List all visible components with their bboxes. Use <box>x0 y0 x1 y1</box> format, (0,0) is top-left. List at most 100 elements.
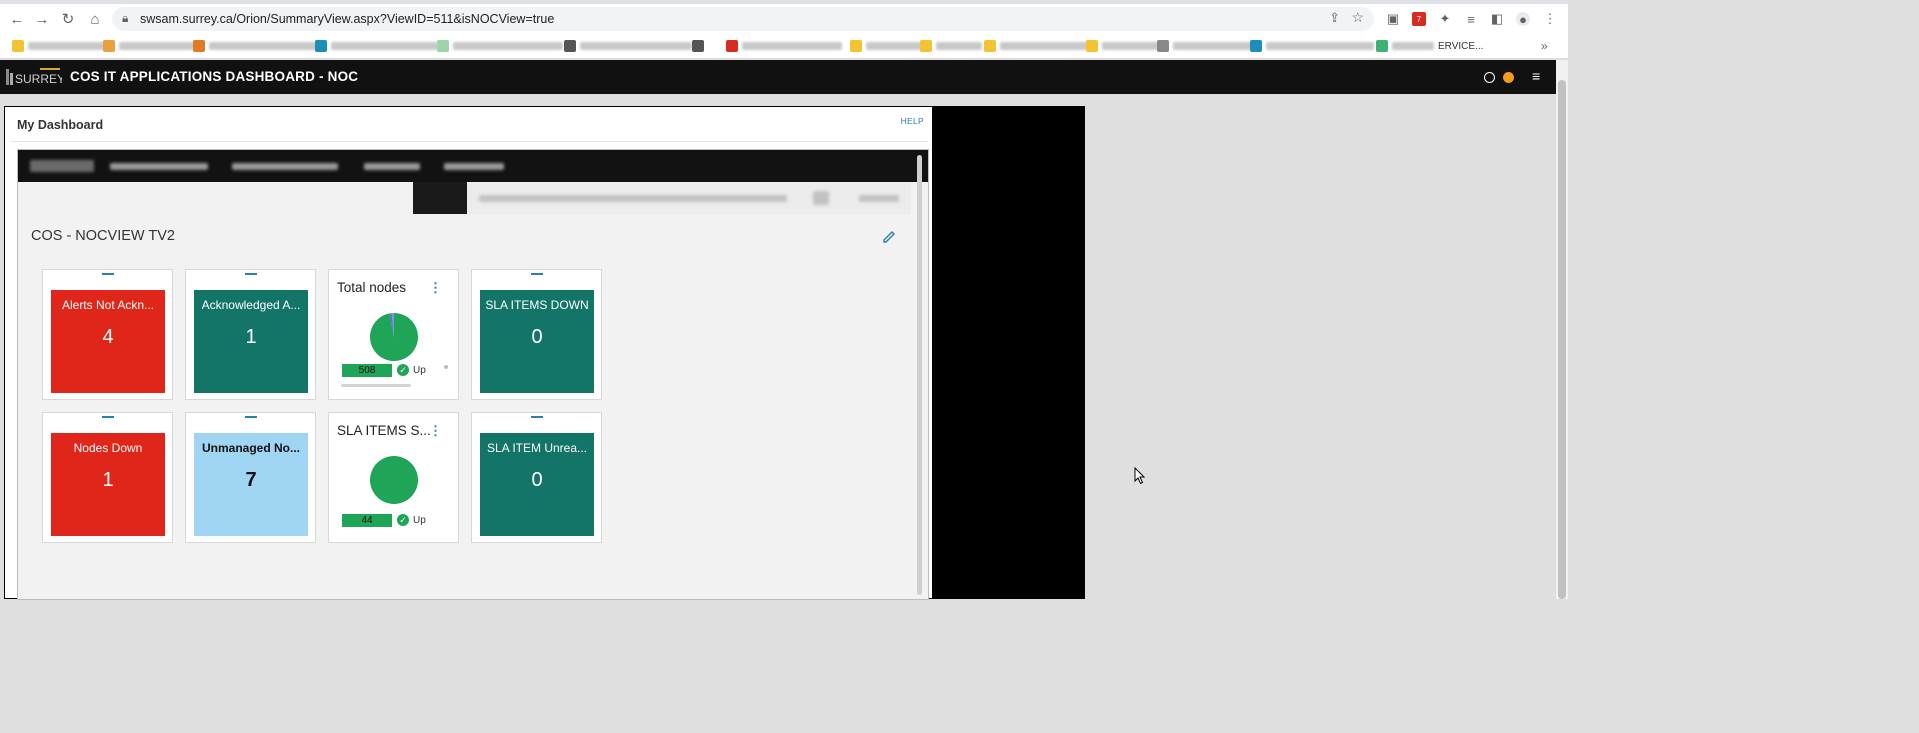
notification-dot-icon[interactable] <box>1503 72 1514 83</box>
kebab-menu-icon[interactable]: ⋮ <box>429 423 442 439</box>
tile-value: 0 <box>531 326 543 348</box>
tile-drag-handle[interactable] <box>531 416 543 418</box>
extension-badge-icon[interactable]: 7 <box>1412 12 1426 26</box>
side-panel-icon[interactable]: ◧ <box>1490 11 1504 26</box>
tile-sla-items-down[interactable]: SLA ITEMS DOWN 0 <box>471 269 602 400</box>
app-title: COS IT APPLICATIONS DASHBOARD - NOC <box>70 69 359 84</box>
bookmark-item[interactable] <box>315 39 439 53</box>
edit-pencil-icon[interactable] <box>881 228 897 244</box>
tile-value: 1 <box>102 469 114 491</box>
pie-slice-up <box>370 456 418 504</box>
home-icon[interactable]: ⌂ <box>86 10 104 28</box>
bookmark-item[interactable] <box>103 39 195 53</box>
tile-body: Unmanaged No... 7 <box>194 433 308 536</box>
hamburger-menu-icon[interactable]: ≡ <box>1532 68 1540 84</box>
tile-drag-handle[interactable] <box>531 273 543 275</box>
embedded-logo <box>30 160 94 172</box>
tile-label: SLA ITEMS S... <box>337 423 431 438</box>
surrey-logo: SURREY <box>6 68 62 86</box>
bookmark-star-icon[interactable]: ☆ <box>1351 9 1364 26</box>
profile-icon[interactable]: ● <box>1516 12 1530 27</box>
dashboard-title: COS - NOCVIEW TV2 <box>31 228 175 244</box>
bookmark-item[interactable] <box>1250 39 1374 53</box>
bookmark-item[interactable] <box>1157 39 1253 53</box>
tile-value: 1 <box>245 326 257 348</box>
status-label: Up <box>413 365 426 376</box>
check-circle-icon: ✓ <box>397 364 409 376</box>
bookmark-folder[interactable] <box>1086 39 1160 53</box>
status-ring-icon[interactable] <box>1484 72 1495 83</box>
extension-icon[interactable]: ▣ <box>1386 11 1400 26</box>
tile-value: 4 <box>102 326 114 348</box>
bookmark-item[interactable] <box>564 39 692 53</box>
bookmark-tail-text: ERVICE... <box>1438 40 1484 52</box>
tile-label: Acknowledged A... <box>201 298 301 312</box>
status-count-bar: 44 <box>342 514 392 527</box>
tile-value: 0 <box>531 469 543 491</box>
svg-text:SURREY: SURREY <box>15 72 62 86</box>
embedded-action-icon[interactable] <box>813 191 829 205</box>
embedded-action[interactable] <box>859 195 899 202</box>
status-label: Up <box>413 515 426 526</box>
tile-drag-handle[interactable] <box>102 416 114 418</box>
kebab-menu-icon[interactable]: ⋮ <box>429 280 442 296</box>
help-link[interactable]: HELP <box>901 116 924 126</box>
reload-icon[interactable]: ↻ <box>59 10 77 28</box>
embedded-subnav-tab[interactable] <box>413 182 467 214</box>
legend-dot <box>444 365 448 369</box>
tile-label: SLA ITEMS DOWN <box>485 298 589 312</box>
tile-drag-handle[interactable] <box>245 416 257 418</box>
page-scrollbar[interactable] <box>1556 60 1568 599</box>
forward-icon[interactable]: → <box>33 10 51 28</box>
bookmark-item[interactable] <box>692 39 704 53</box>
tile-body: SLA ITEMS DOWN 0 <box>480 290 594 393</box>
tile-total-nodes[interactable]: Total nodes ⋮ 508 ✓ Up <box>328 269 459 400</box>
tile-body: SLA ITEM Unrea... 0 <box>480 433 594 536</box>
lock-icon: 🔒︎ <box>122 11 129 25</box>
divider <box>11 141 928 142</box>
embedded-breadcrumb <box>479 195 787 202</box>
tile-nodes-down[interactable]: Nodes Down 1 <box>42 412 173 543</box>
embedded-nav-item[interactable] <box>110 163 208 170</box>
bookmark-item[interactable] <box>437 39 563 53</box>
embedded-scrollbar[interactable] <box>917 155 922 595</box>
bookmarks-overflow-icon[interactable]: » <box>1541 39 1548 53</box>
bookmark-item[interactable] <box>193 39 317 53</box>
check-circle-icon: ✓ <box>397 514 409 526</box>
browser-menu-icon[interactable]: ⋮ <box>1543 11 1557 26</box>
embedded-nav-item[interactable] <box>364 163 420 170</box>
tile-alerts-not-acknowledged[interactable]: Alerts Not Ackn... 4 <box>42 269 173 400</box>
share-icon[interactable]: ⇪ <box>1329 10 1340 26</box>
tile-acknowledged-alerts[interactable]: Acknowledged A... 1 <box>185 269 316 400</box>
embedded-view: COS - NOCVIEW TV2 Alerts Not Ackn... 4 A… <box>17 149 929 600</box>
panel-title: My Dashboard <box>17 118 104 132</box>
tile-label: Nodes Down <box>73 441 143 455</box>
bookmark-item[interactable]: ERVICE... <box>1376 39 1483 53</box>
bookmarks-bar: ERVICE... » <box>0 34 1568 59</box>
tile-label: Unmanaged No... <box>201 441 300 455</box>
browser-toolbar: ← → ↻ ⌂ 🔒︎ swsam.surrey.ca/Orion/Summary… <box>0 4 1568 34</box>
bookmark-folder[interactable] <box>984 39 1088 53</box>
black-region <box>933 106 1085 599</box>
app-header: SURREY COS IT APPLICATIONS DASHBOARD - N… <box>0 60 1556 94</box>
address-bar[interactable]: 🔒︎ swsam.surrey.ca/Orion/SummaryView.asp… <box>112 7 1374 31</box>
tile-label: SLA ITEM Unrea... <box>486 441 588 455</box>
tile-sla-item-unreachable[interactable]: SLA ITEM Unrea... 0 <box>471 412 602 543</box>
legend-scrollbar[interactable] <box>341 384 411 387</box>
embedded-nav-item[interactable] <box>444 163 504 170</box>
back-icon[interactable]: ← <box>8 10 26 28</box>
tile-drag-handle[interactable] <box>102 273 114 275</box>
pie-chart <box>370 456 418 504</box>
tile-unmanaged-nodes[interactable]: Unmanaged No... 7 <box>185 412 316 543</box>
bookmark-item[interactable] <box>726 39 842 53</box>
url-text: swsam.surrey.ca/Orion/SummaryView.aspx?V… <box>140 12 555 26</box>
media-icon[interactable]: ≡ <box>1464 12 1478 27</box>
embedded-nav-item[interactable] <box>232 163 338 170</box>
tile-drag-handle[interactable] <box>245 273 257 275</box>
bookmark-folder[interactable] <box>920 39 982 53</box>
tile-sla-items-status[interactable]: SLA ITEMS S... ⋮ 44 ✓ Up <box>328 412 459 543</box>
puzzle-icon[interactable]: ✦ <box>1438 11 1452 26</box>
bookmark-item[interactable] <box>12 39 106 53</box>
scrollbar-thumb[interactable] <box>1558 80 1566 599</box>
bookmark-folder[interactable] <box>850 39 922 53</box>
